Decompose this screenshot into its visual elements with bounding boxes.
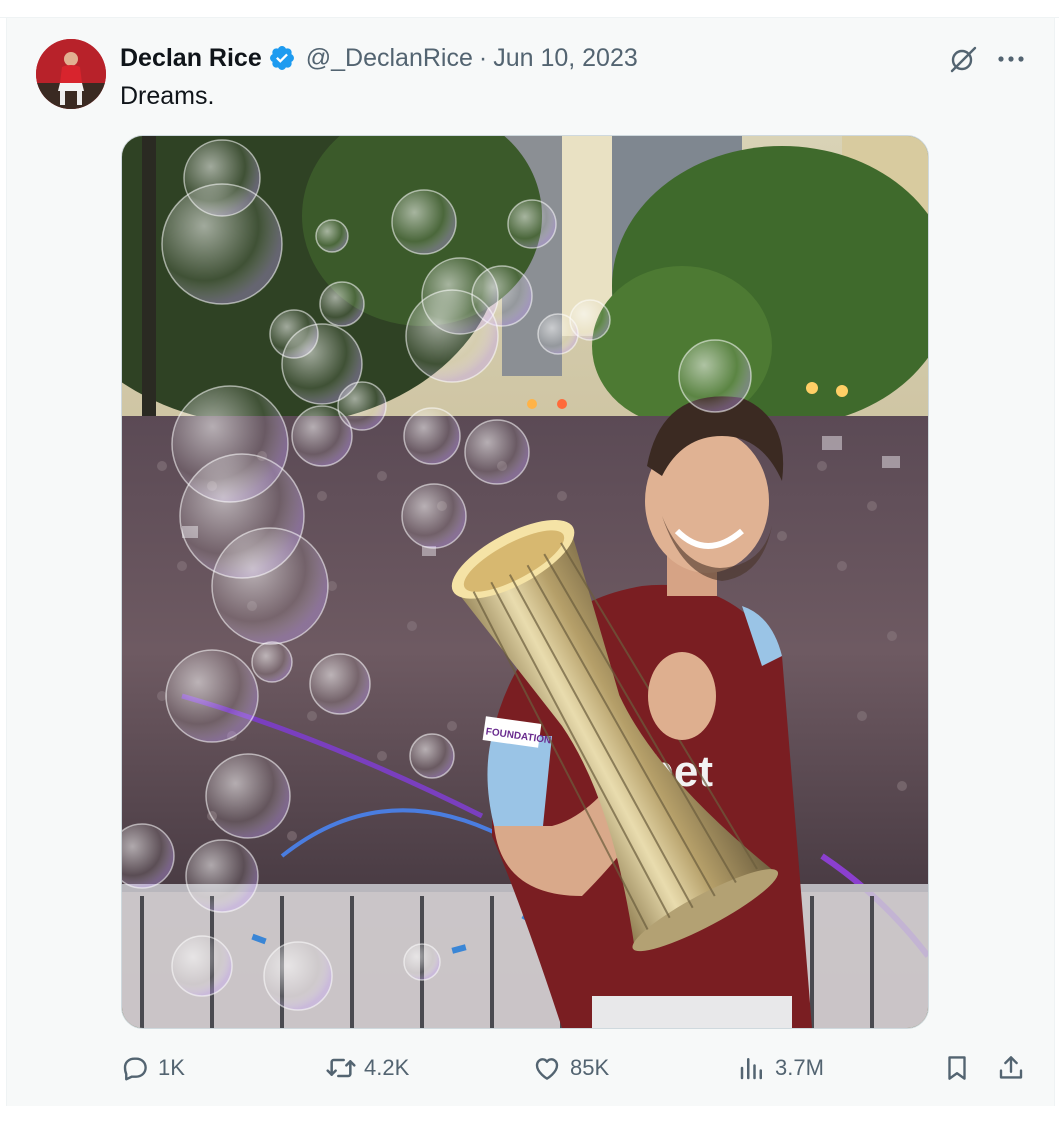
verified-badge-icon — [268, 44, 296, 72]
tweet-date[interactable]: Jun 10, 2023 — [493, 44, 638, 73]
share-button[interactable] — [995, 1048, 1027, 1088]
repost-button[interactable]: 4.2K — [325, 1048, 409, 1088]
reply-icon — [119, 1052, 151, 1084]
reply-button[interactable]: 1K — [119, 1048, 185, 1088]
tweet-card[interactable]: Declan Rice @_DeclanRice · Jun 10, 2023 … — [6, 18, 1055, 1106]
bookmark-button[interactable] — [941, 1048, 973, 1088]
header-separator: · — [478, 43, 488, 72]
author-name[interactable]: Declan Rice — [120, 44, 262, 73]
like-button[interactable]: 85K — [531, 1048, 609, 1088]
views-button[interactable]: 3.7M — [736, 1048, 824, 1088]
repost-icon — [325, 1052, 357, 1084]
tweet-actions: 1K 4.2K 85K 3.7M — [7, 1048, 1054, 1088]
tweet-text: Dreams. — [120, 82, 215, 110]
reply-count: 1K — [158, 1055, 185, 1080]
top-strip — [0, 0, 1059, 18]
like-count: 85K — [570, 1055, 610, 1080]
bookmark-icon — [941, 1052, 973, 1084]
share-icon — [995, 1052, 1027, 1084]
repost-count: 4.2K — [364, 1055, 410, 1080]
more-icon[interactable] — [994, 42, 1028, 76]
grok-icon[interactable] — [946, 42, 980, 76]
views-icon — [736, 1052, 768, 1084]
heart-icon — [531, 1052, 563, 1084]
tweet-photo[interactable]: bet FOUNDATION — [121, 135, 929, 1029]
author-handle[interactable]: @_DeclanRice — [306, 44, 473, 73]
avatar[interactable] — [36, 39, 106, 109]
tweet-header: Declan Rice @_DeclanRice · Jun 10, 2023 — [120, 42, 638, 74]
views-count: 3.7M — [775, 1055, 824, 1080]
